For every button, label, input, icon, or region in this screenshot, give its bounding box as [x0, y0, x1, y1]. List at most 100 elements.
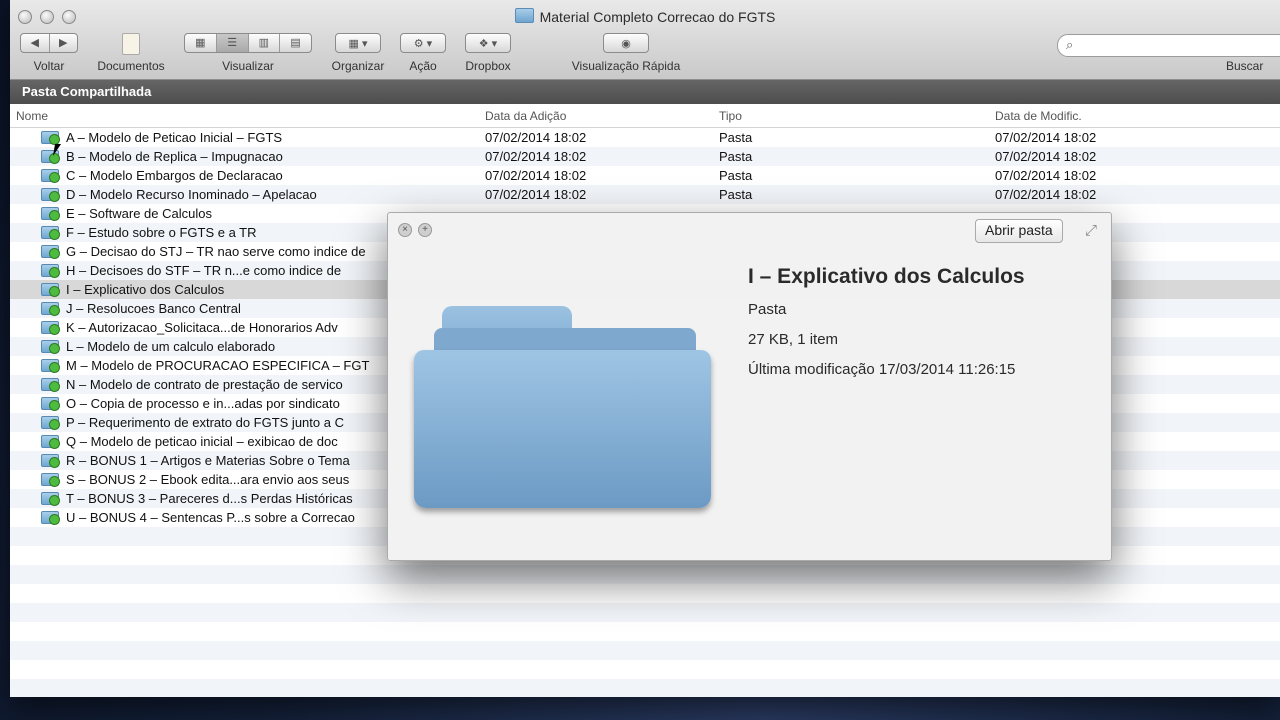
- quicklook-controls: × +: [398, 223, 432, 237]
- column-name[interactable]: Nome: [16, 109, 48, 123]
- list-view-icon[interactable]: ☰: [216, 34, 249, 52]
- column-date-modified[interactable]: Data de Modific.: [995, 109, 1082, 123]
- quicklook-label: Visualização Rápida: [571, 59, 681, 73]
- column-header: Nome Data da Adição Tipo Data de Modific…: [10, 105, 1280, 128]
- toolbar: Material Completo Correcao do FGTS ◀ ▶ V…: [10, 0, 1280, 80]
- file-name: K – Autorizacao_Solicitaca...de Honorari…: [66, 320, 338, 335]
- view-label: Visualizar: [222, 59, 274, 73]
- quicklook-panel: × + Abrir pasta ⤢ I – Explicativo dos Ca…: [387, 212, 1112, 561]
- file-name: P – Requerimento de extrato do FGTS junt…: [66, 415, 344, 430]
- forward-arrow-icon[interactable]: ▶: [50, 34, 78, 52]
- date-modified: 07/02/2014 18:02: [995, 149, 1097, 164]
- dropbox-icon: ❖ ▾: [478, 37, 498, 50]
- file-name: D – Modelo Recurso Inominado – Apelacao: [66, 187, 317, 202]
- file-name: G – Decisao do STJ – TR nao serve como i…: [66, 244, 366, 259]
- search-label: Buscar: [1226, 59, 1264, 73]
- empty-row: [10, 584, 1280, 603]
- table-row[interactable]: B – Modelo de Replica – Impugnacao 07/02/…: [10, 147, 1280, 166]
- file-name: S – BONUS 2 – Ebook edita...ara envio ao…: [66, 472, 350, 487]
- kind: Pasta: [719, 130, 753, 145]
- empty-row: [10, 603, 1280, 622]
- search-field[interactable]: ⌕: [1057, 34, 1280, 57]
- date-modified: 07/02/2014 18:02: [995, 168, 1097, 183]
- shared-folder-icon: [41, 511, 60, 525]
- kind: Pasta: [719, 187, 753, 202]
- table-row[interactable]: A – Modelo de Peticao Inicial – FGTS 07/0…: [10, 128, 1280, 147]
- back-arrow-icon[interactable]: ◀: [21, 34, 50, 52]
- table-row[interactable]: C – Modelo Embargos de Declaracao 07/02/2…: [10, 166, 1280, 185]
- file-name: H – Decisoes do STF – TR n...e como indi…: [66, 263, 342, 278]
- arrange-label: Organizar: [331, 59, 385, 73]
- empty-row: [10, 641, 1280, 660]
- fullscreen-icon[interactable]: +: [418, 223, 432, 237]
- back-label: Voltar: [33, 59, 65, 73]
- open-folder-button[interactable]: Abrir pasta: [975, 219, 1063, 243]
- empty-row: [10, 565, 1280, 584]
- quicklook-title: I – Explicativo dos Calculos: [748, 265, 1025, 288]
- documents-button[interactable]: Documentos: [97, 33, 165, 73]
- quicklook-kind: Pasta: [748, 301, 787, 318]
- file-name: I – Explicativo dos Calculos: [66, 282, 225, 297]
- coverflow-view-icon[interactable]: ▤: [280, 34, 311, 52]
- action-label: Ação: [409, 59, 437, 73]
- file-name: A – Modelo de Peticao Inicial – FGTS: [66, 130, 283, 145]
- documents-label: Documentos: [97, 59, 165, 73]
- shared-folder-icon: [41, 188, 60, 202]
- file-name: M – Modelo de PROCURACAO ESPECIFICA – FG…: [66, 358, 370, 373]
- shared-folder-icon: [41, 169, 60, 183]
- shared-folder-icon: [41, 454, 60, 468]
- search-icon: ⌕: [1066, 37, 1074, 52]
- dropbox-button[interactable]: ❖ ▾ Dropbox: [465, 33, 511, 73]
- date-added: 07/02/2014 18:02: [485, 187, 587, 202]
- shared-folder-icon: [41, 492, 60, 506]
- date-modified: 07/02/2014 18:02: [995, 187, 1097, 202]
- column-date-added[interactable]: Data da Adição: [485, 109, 566, 123]
- arrange-button[interactable]: ▦ ▾ Organizar: [332, 33, 384, 73]
- file-name: Q – Modelo de peticao inicial – exibicao…: [66, 434, 338, 449]
- icon-view-icon[interactable]: ▦: [185, 34, 217, 52]
- dropbox-label: Dropbox: [465, 59, 511, 73]
- shared-folder-icon: [41, 435, 60, 449]
- file-name: J – Resolucoes Banco Central: [66, 301, 241, 316]
- date-added: 07/02/2014 18:02: [485, 130, 587, 145]
- file-name: T – BONUS 3 – Pareceres d...s Perdas His…: [66, 491, 353, 506]
- shared-folder-icon: [41, 397, 60, 411]
- table-row[interactable]: D – Modelo Recurso Inominado – Apelacao 0…: [10, 185, 1280, 204]
- shared-folder-icon: [41, 207, 60, 221]
- path-bar: Pasta Compartilhada: [10, 80, 1280, 104]
- quicklook-size: 27 KB, 1 item: [748, 331, 839, 348]
- expand-icon[interactable]: ⤢: [1085, 222, 1097, 239]
- date-modified: 07/02/2014 18:02: [995, 130, 1097, 145]
- document-icon: [122, 33, 140, 55]
- back-forward-control[interactable]: ◀ ▶ Voltar: [20, 33, 78, 73]
- shared-folder-icon: [41, 264, 60, 278]
- file-name: E – Software de Calculos: [66, 206, 212, 221]
- close-icon[interactable]: ×: [398, 223, 412, 237]
- file-name: R – BONUS 1 – Artigos e Materias Sobre o…: [66, 453, 350, 468]
- quicklook-button[interactable]: ◉ Visualização Rápida: [572, 33, 680, 73]
- file-name: L – Modelo de um calculo elaborado: [66, 339, 276, 354]
- shared-folder-icon: [41, 321, 60, 335]
- date-added: 07/02/2014 18:02: [485, 168, 587, 183]
- column-kind[interactable]: Tipo: [719, 109, 742, 123]
- shared-folder-icon: [41, 131, 60, 145]
- search-input[interactable]: [1082, 36, 1280, 55]
- shared-folder-icon: [41, 226, 60, 240]
- arrange-icon: ▦ ▾: [348, 37, 368, 50]
- large-folder-icon: [414, 306, 711, 510]
- folder-icon: [514, 8, 534, 23]
- quicklook-modified: Última modificação 17/03/2014 11:26:15: [748, 361, 1016, 378]
- shared-folder-icon: [41, 378, 60, 392]
- file-name: N – Modelo de contrato de prestação de s…: [66, 377, 343, 392]
- gear-icon: ⚙ ▾: [413, 37, 433, 50]
- view-mode-control[interactable]: ▦ ☰ ▥ ▤ Visualizar: [184, 33, 312, 73]
- column-view-icon[interactable]: ▥: [249, 34, 281, 52]
- kind: Pasta: [719, 168, 753, 183]
- window-title: Material Completo Correcao do FGTS: [10, 8, 1280, 25]
- date-added: 07/02/2014 18:02: [485, 149, 587, 164]
- shared-folder-icon: [41, 473, 60, 487]
- file-name: C – Modelo Embargos de Declaracao: [66, 168, 283, 183]
- shared-folder-icon: [41, 283, 60, 297]
- action-button[interactable]: ⚙ ▾ Ação: [400, 33, 446, 73]
- shared-folder-icon: [41, 359, 60, 373]
